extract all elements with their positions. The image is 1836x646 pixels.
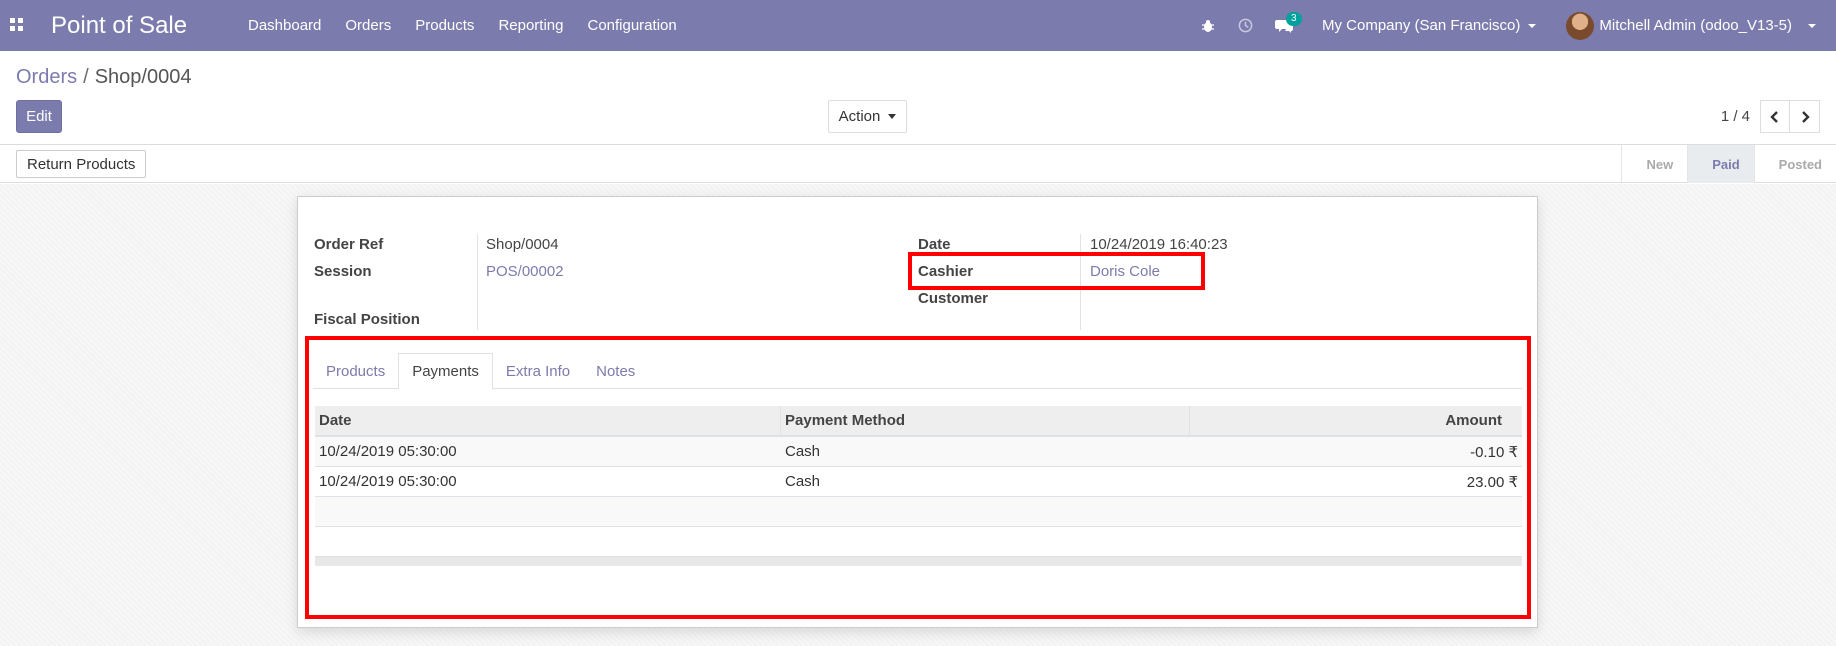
highlight-notebook-box [305, 336, 1531, 619]
action-label: Action [838, 108, 881, 125]
session-link[interactable]: POS/00002 [486, 263, 564, 280]
clock-icon[interactable] [1236, 16, 1256, 36]
menu-orders[interactable]: Orders [345, 17, 391, 34]
stage-new: New [1621, 145, 1687, 183]
company-name: My Company (San Francisco) [1321, 17, 1521, 34]
user-menu[interactable]: Mitchell Admin (odoo_V13-5) [1599, 17, 1792, 34]
main-menu: Dashboard Orders Products Reporting Conf… [236, 0, 689, 51]
pager-previous-button[interactable] [1760, 100, 1790, 133]
menu-reporting[interactable]: Reporting [498, 17, 563, 34]
date-label: Date [918, 236, 951, 253]
top-navbar: Point of Sale Dashboard Orders Products … [0, 0, 1836, 51]
menu-configuration[interactable]: Configuration [587, 17, 676, 34]
bug-icon[interactable] [1198, 16, 1218, 36]
pager: 1 / 4 [1721, 100, 1820, 133]
breadcrumb-orders[interactable]: Orders [16, 66, 77, 88]
systray: 3 My Company (San Francisco) Mitchell Ad… [1198, 0, 1836, 51]
date-value: 10/24/2019 16:40:23 [1090, 236, 1228, 253]
chevron-down-icon [1808, 23, 1816, 28]
status-bar: Return Products New Paid Posted [0, 145, 1836, 183]
highlight-cashier-box [908, 252, 1205, 290]
order-ref-label: Order Ref [314, 236, 384, 253]
return-products-button[interactable]: Return Products [16, 150, 147, 178]
chat-icon[interactable]: 3 [1274, 11, 1302, 36]
breadcrumb: Orders / Shop/0004 [16, 66, 191, 89]
apps-icon[interactable] [10, 18, 24, 32]
stage-posted: Posted [1753, 145, 1836, 183]
pager-next-button[interactable] [1790, 100, 1820, 133]
action-dropdown[interactable]: Action [828, 100, 907, 133]
message-count-badge: 3 [1285, 11, 1302, 26]
fiscal-position-label: Fiscal Position [314, 311, 420, 328]
pager-value[interactable]: 1 / 4 [1721, 108, 1750, 125]
company-switcher[interactable]: My Company (San Francisco) [1321, 17, 1537, 34]
menu-products[interactable]: Products [415, 17, 474, 34]
customer-label: Customer [918, 290, 989, 307]
session-label: Session [314, 263, 372, 280]
chevron-left-icon [1770, 110, 1778, 123]
app-title: Point of Sale [51, 12, 188, 39]
chevron-down-icon [1528, 24, 1537, 29]
avatar[interactable] [1566, 11, 1595, 40]
order-ref-value: Shop/0004 [486, 236, 559, 253]
chevron-down-icon [888, 114, 897, 119]
chevron-right-icon [1801, 110, 1810, 123]
menu-dashboard[interactable]: Dashboard [248, 17, 321, 34]
breadcrumb-separator: / [83, 66, 89, 88]
divider [477, 234, 478, 330]
edit-button[interactable]: Edit [16, 100, 62, 133]
stage-paid: Paid [1687, 145, 1754, 183]
stage-pipeline: New Paid Posted [1621, 145, 1836, 183]
breadcrumb-current: Shop/0004 [94, 66, 192, 88]
